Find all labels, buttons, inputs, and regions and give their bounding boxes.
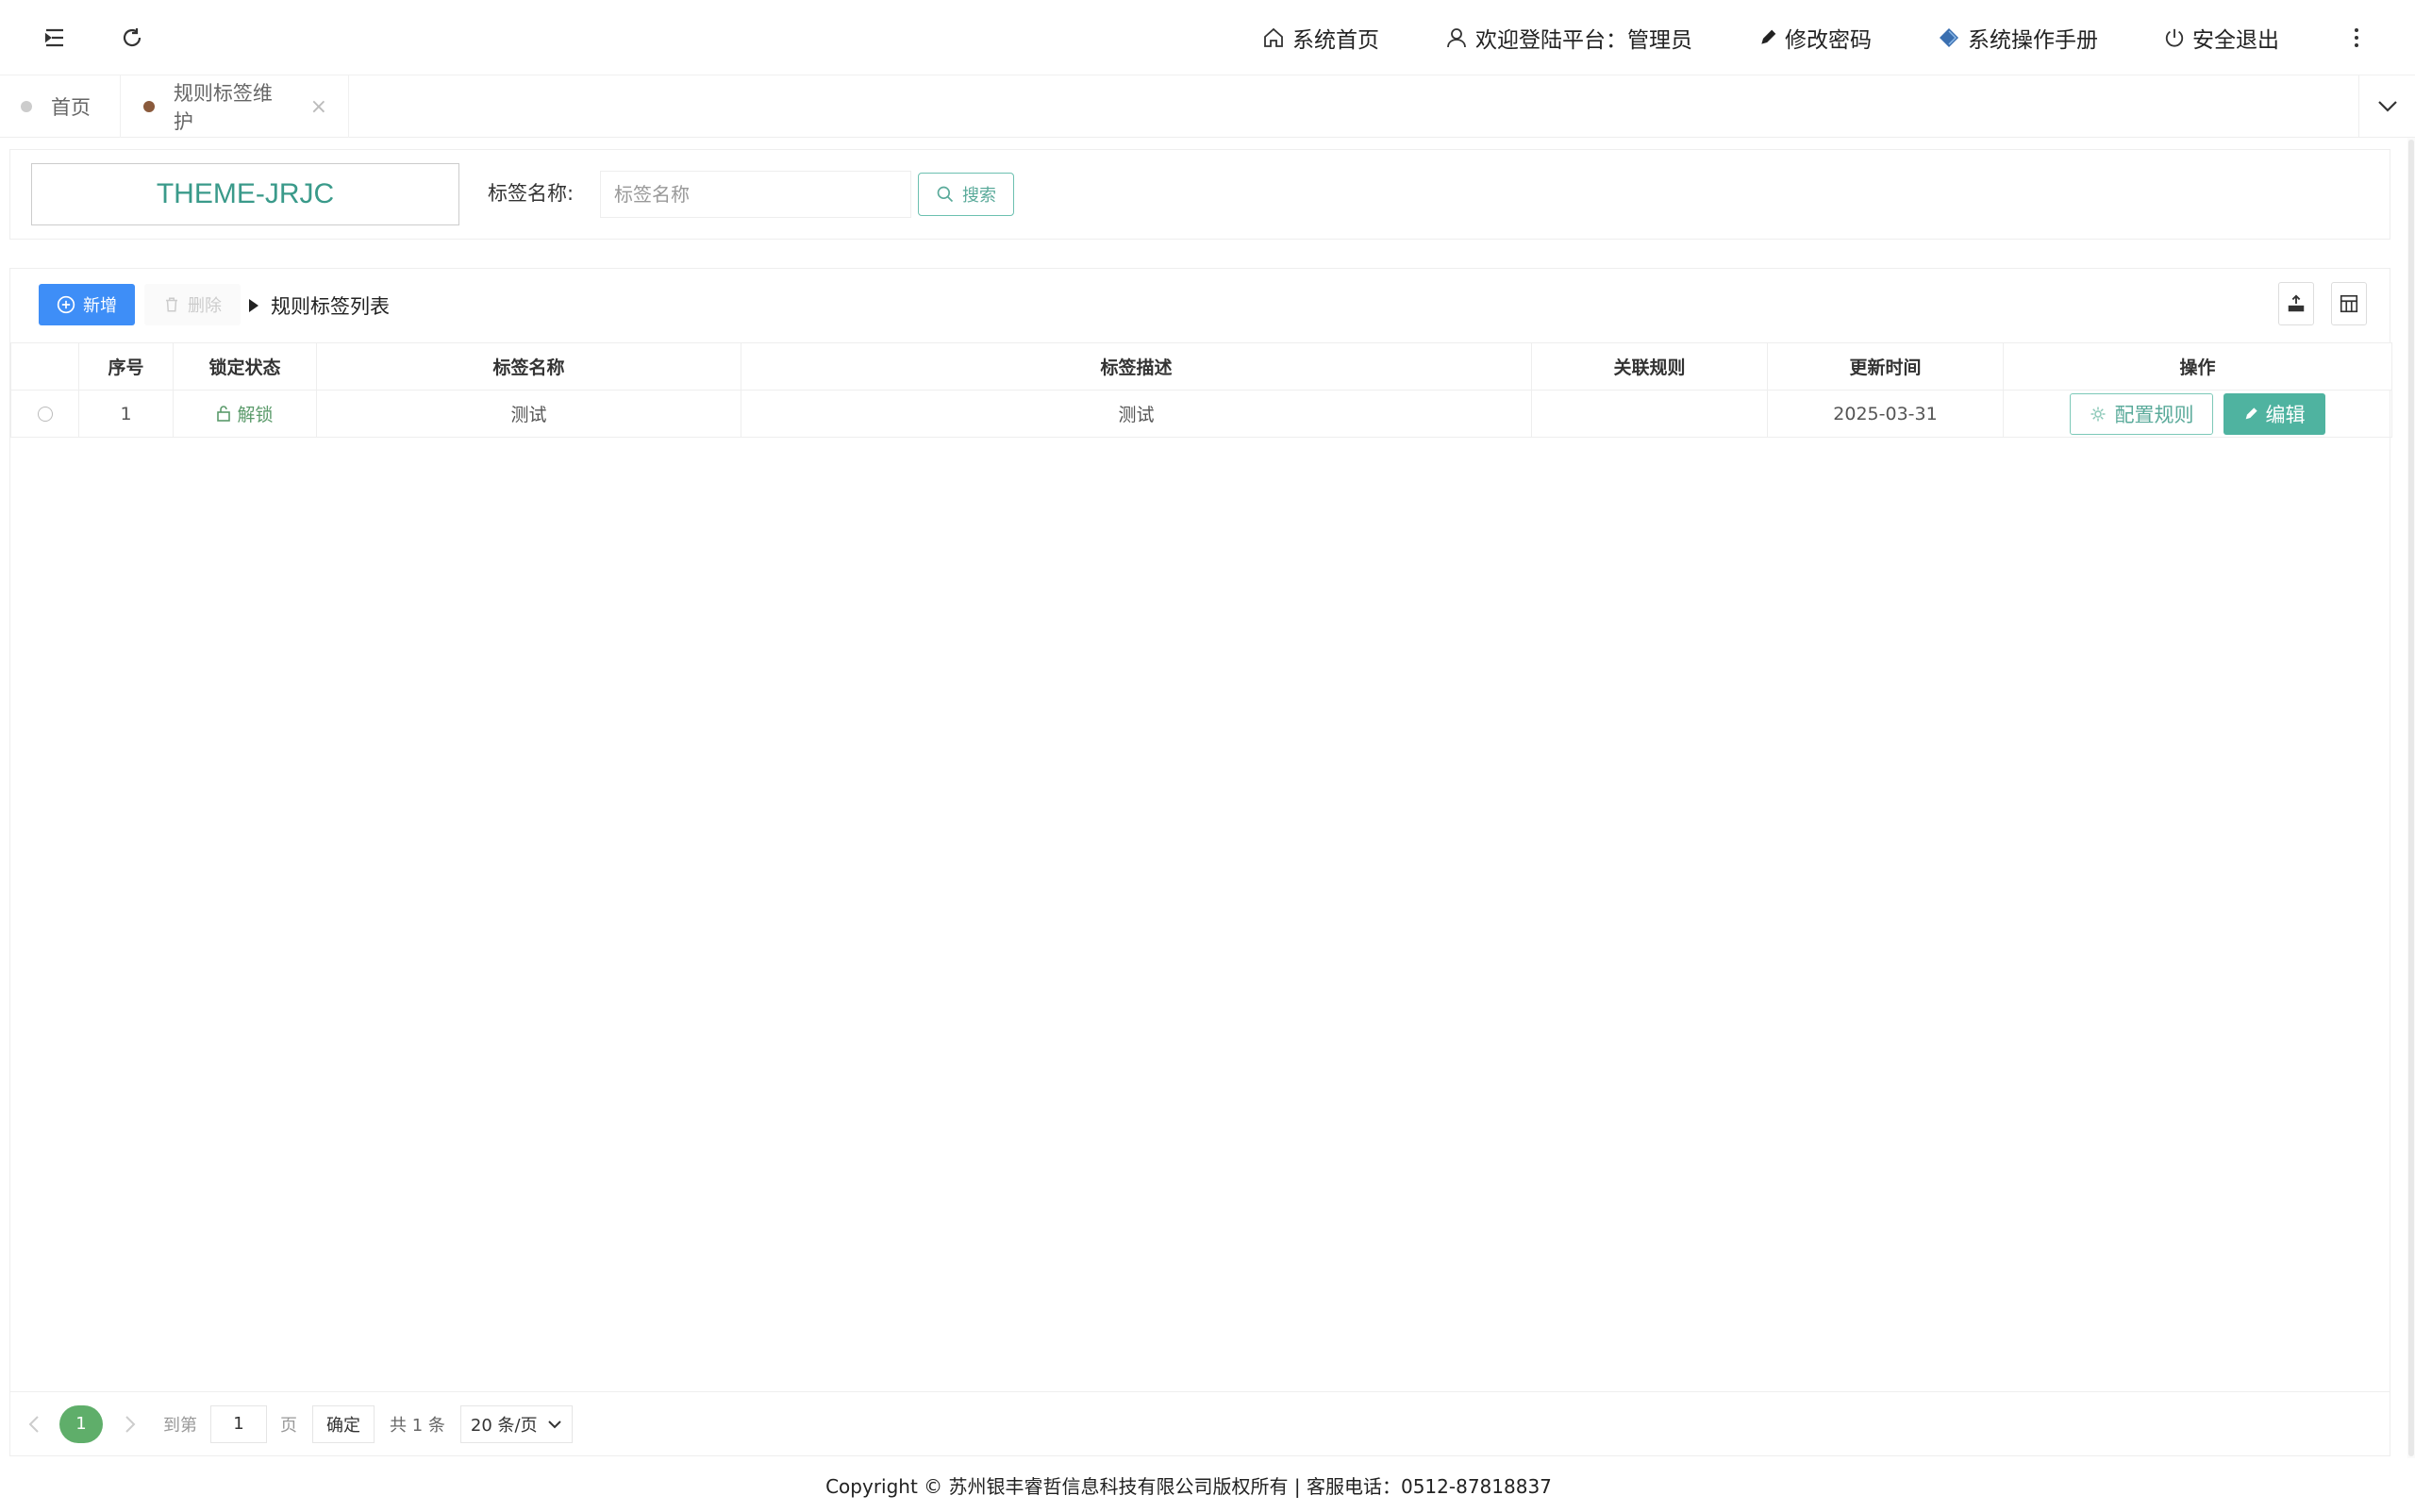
columns-icon bbox=[2340, 294, 2358, 313]
pencil-icon bbox=[2245, 407, 2257, 419]
list-title-label: 规则标签列表 bbox=[271, 295, 390, 318]
search-button[interactable]: 搜索 bbox=[918, 173, 1014, 216]
rule-tag-table: 序号 锁定状态 标签名称 标签描述 关联规则 更新时间 操作 1 解锁 测试 测… bbox=[10, 342, 2392, 438]
tab-home[interactable]: 首页 bbox=[0, 75, 121, 138]
edit-label: 编辑 bbox=[2265, 403, 2306, 426]
prev-page-chevron-left-icon[interactable] bbox=[20, 1415, 48, 1434]
unlock-icon bbox=[217, 406, 231, 423]
home-icon bbox=[1264, 27, 1283, 47]
page-size-value: 20 条/页 bbox=[470, 1415, 538, 1436]
page-size-select[interactable]: 20 条/页 bbox=[459, 1404, 573, 1443]
user-icon bbox=[1447, 28, 1466, 48]
tab-dot bbox=[21, 101, 32, 112]
chevron-down-icon bbox=[547, 1420, 561, 1428]
tab-label: 首页 bbox=[51, 96, 91, 119]
lock-toggle[interactable]: 解锁 bbox=[216, 401, 274, 426]
row-lock-cell: 解锁 bbox=[173, 390, 317, 438]
plus-circle-icon bbox=[57, 295, 75, 314]
tab-rule-tag[interactable]: 规则标签维护 × bbox=[123, 75, 349, 138]
row-index: 1 bbox=[78, 390, 174, 438]
search-label: 标签名称: bbox=[488, 182, 575, 205]
tab-dot bbox=[143, 101, 155, 112]
total-count: 共 1 条 bbox=[390, 1415, 445, 1436]
col-actions: 操作 bbox=[2003, 342, 2392, 390]
nav-label: 系统首页 bbox=[1292, 28, 1379, 53]
nav-logout[interactable]: 安全退出 bbox=[2164, 22, 2279, 54]
add-button-label: 新增 bbox=[83, 296, 117, 316]
refresh-icon[interactable] bbox=[111, 17, 153, 58]
nav-change-password[interactable]: 修改密码 bbox=[1758, 22, 1872, 54]
pagination: 1 到第 页 确定 共 1 条 20 条/页 bbox=[10, 1391, 2390, 1455]
col-index[interactable]: 序号 bbox=[78, 342, 174, 390]
row-tag-name: 测试 bbox=[316, 390, 741, 438]
scrollbar-thumb[interactable] bbox=[2408, 140, 2414, 1456]
col-tag-name[interactable]: 标签名称 bbox=[316, 342, 741, 390]
page-unit: 页 bbox=[280, 1415, 297, 1436]
nav-label: 安全退出 bbox=[2192, 28, 2279, 53]
col-updated-time[interactable]: 更新时间 bbox=[1767, 342, 2004, 390]
confirm-page-button[interactable]: 确定 bbox=[312, 1404, 375, 1443]
nav-system-home[interactable]: 系统首页 bbox=[1262, 22, 1379, 54]
list-title: 规则标签列表 bbox=[248, 291, 390, 320]
nav-label: 欢迎登陆平台：管理员 bbox=[1475, 28, 1692, 53]
col-select bbox=[10, 342, 79, 390]
top-nav: 系统首页 欢迎登陆平台：管理员 修改密码 系统操作手册 安全退出 bbox=[1262, 0, 2415, 75]
gear-icon bbox=[2090, 407, 2106, 421]
table-row[interactable]: 1 解锁 测试 测试 2025-03-31 配置规则 编辑 bbox=[10, 390, 2392, 438]
goto-label: 到第 bbox=[163, 1415, 197, 1436]
current-page[interactable]: 1 bbox=[59, 1404, 103, 1443]
pencil-icon bbox=[1761, 29, 1776, 44]
top-bar: 系统首页 欢迎登陆平台：管理员 修改密码 系统操作手册 安全退出 bbox=[0, 0, 2415, 75]
columns-button[interactable] bbox=[2331, 282, 2367, 325]
edit-button[interactable]: 编辑 bbox=[2223, 392, 2325, 435]
search-icon bbox=[937, 186, 954, 203]
row-radio[interactable] bbox=[37, 407, 53, 422]
delete-button-label: 删除 bbox=[188, 296, 222, 316]
next-page-chevron-right-icon[interactable] bbox=[116, 1415, 144, 1434]
power-icon bbox=[2165, 28, 2184, 47]
menu-toggle-icon[interactable] bbox=[34, 17, 75, 58]
nav-welcome[interactable]: 欢迎登陆平台：管理员 bbox=[1445, 22, 1692, 54]
theme-name: THEME-JRJC bbox=[31, 163, 459, 225]
copyright-footer: Copyright © 苏州银丰睿哲信息科技有限公司版权所有 | 客服电话：05… bbox=[825, 1475, 1552, 1498]
add-button[interactable]: 新增 bbox=[39, 284, 135, 325]
config-rules-button[interactable]: 配置规则 bbox=[2070, 392, 2214, 435]
page-tabs: 首页 规则标签维护 × bbox=[0, 75, 2415, 138]
table-header-row: 序号 锁定状态 标签名称 标签描述 关联规则 更新时间 操作 bbox=[10, 342, 2392, 390]
col-lock-status[interactable]: 锁定状态 bbox=[173, 342, 317, 390]
book-icon bbox=[1940, 28, 1958, 47]
nav-label: 修改密码 bbox=[1785, 28, 1872, 53]
tab-label: 规则标签维护 bbox=[173, 82, 273, 133]
row-related-rules bbox=[1531, 390, 1768, 438]
row-select-cell bbox=[10, 390, 79, 438]
export-icon bbox=[2288, 294, 2305, 312]
nav-manual[interactable]: 系统操作手册 bbox=[1938, 22, 2098, 54]
config-rules-label: 配置规则 bbox=[2114, 403, 2194, 426]
lock-label: 解锁 bbox=[237, 404, 274, 425]
more-icon[interactable] bbox=[2345, 27, 2368, 48]
tabs-dropdown-chevron-down-icon[interactable] bbox=[2358, 75, 2415, 138]
table-toolbar: 新增 删除 规则标签列表 bbox=[10, 269, 2390, 342]
tag-name-input[interactable] bbox=[600, 171, 911, 218]
export-button[interactable] bbox=[2278, 282, 2314, 325]
col-tag-desc[interactable]: 标签描述 bbox=[741, 342, 1532, 390]
row-actions: 配置规则 编辑 bbox=[2003, 390, 2392, 438]
rule-tag-list-panel: 新增 删除 规则标签列表 序号 锁定状态 标签名称 标签描述 关联规则 更新时间… bbox=[9, 268, 2392, 1456]
col-related-rules[interactable]: 关联规则 bbox=[1531, 342, 1768, 390]
search-button-label: 搜索 bbox=[962, 186, 996, 206]
close-icon[interactable]: × bbox=[310, 95, 327, 119]
nav-label: 系统操作手册 bbox=[1968, 28, 2098, 53]
search-panel: THEME-JRJC 标签名称: 搜索 bbox=[9, 149, 2390, 240]
delete-button[interactable]: 删除 bbox=[144, 284, 241, 325]
trash-icon bbox=[166, 297, 177, 312]
row-updated-time: 2025-03-31 bbox=[1767, 390, 2004, 438]
row-tag-desc: 测试 bbox=[741, 390, 1532, 438]
caret-right-icon bbox=[249, 299, 258, 312]
page-number-input[interactable] bbox=[210, 1404, 267, 1443]
